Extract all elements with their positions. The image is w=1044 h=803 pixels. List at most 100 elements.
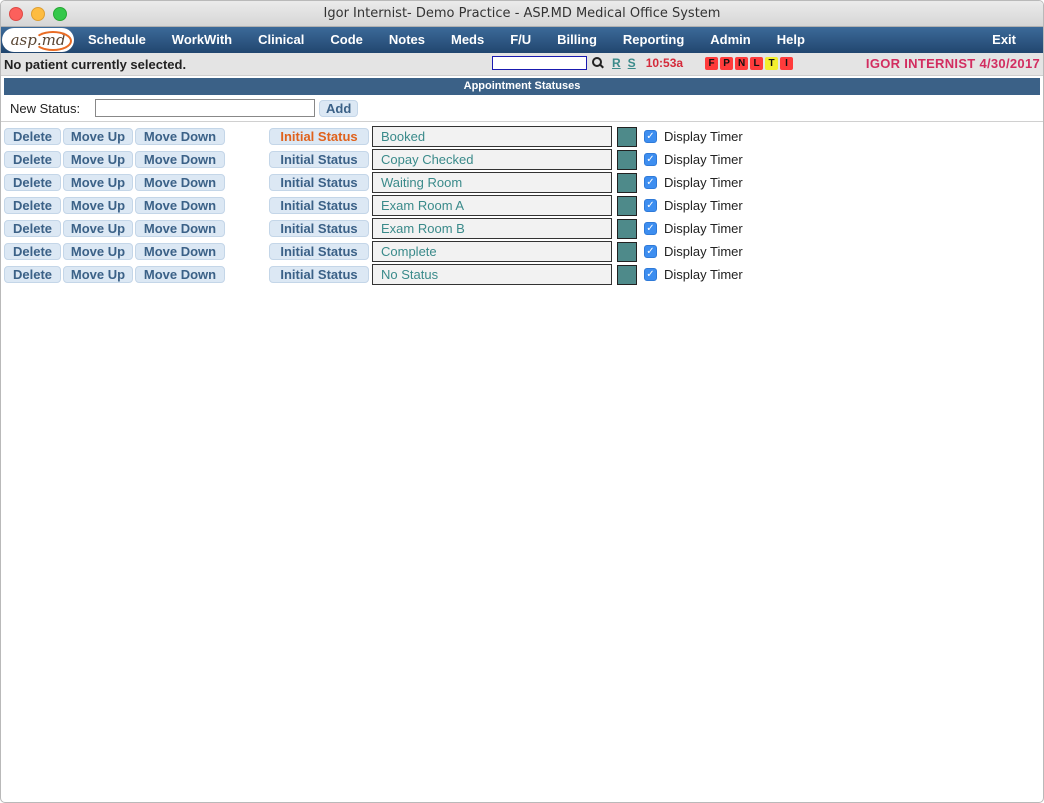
delete-button[interactable]: Delete [4,266,61,283]
flag-f[interactable]: F [705,56,719,70]
patient-status-bar: No patient currently selected. R S 10:53… [1,53,1043,76]
status-row: Delete Move Up Move Down Initial Status … [1,171,1043,194]
app-window: Igor Internist- Demo Practice - ASP.MD M… [0,0,1044,803]
display-timer-checkbox[interactable]: ✓ [644,222,657,235]
move-down-button[interactable]: Move Down [135,266,225,283]
display-timer-label: Display Timer [664,267,743,282]
move-down-button[interactable]: Move Down [135,128,225,145]
initial-status-button[interactable]: Initial Status [269,197,369,214]
flag-l[interactable]: L [750,56,764,70]
delete-button[interactable]: Delete [4,243,61,260]
nav-exit[interactable]: Exit [979,27,1029,53]
display-timer-label: Display Timer [664,175,743,190]
nav-fu[interactable]: F/U [497,27,544,53]
delete-button[interactable]: Delete [4,151,61,168]
initial-status-button[interactable]: Initial Status [269,128,369,145]
status-row: Delete Move Up Move Down Initial Status … [1,148,1043,171]
quick-tools: R S 10:53a F P N L T I [492,56,794,70]
status-color-swatch[interactable] [617,264,637,285]
flag-p[interactable]: P [720,56,734,70]
display-timer-checkbox[interactable]: ✓ [644,268,657,281]
nav-admin[interactable]: Admin [697,27,763,53]
display-timer-checkbox[interactable]: ✓ [644,153,657,166]
move-up-button[interactable]: Move Up [63,243,133,260]
link-r[interactable]: R [612,56,621,70]
display-timer-label: Display Timer [664,221,743,236]
status-color-swatch[interactable] [617,195,637,216]
display-timer-checkbox[interactable]: ✓ [644,199,657,212]
zoom-window-icon[interactable] [53,7,67,21]
patient-search-input[interactable] [492,56,587,70]
aspmd-logo[interactable]: asp.md [2,28,74,52]
display-timer-checkbox[interactable]: ✓ [644,176,657,189]
link-s[interactable]: S [628,56,636,70]
nav-meds[interactable]: Meds [438,27,497,53]
delete-button[interactable]: Delete [4,128,61,145]
logo-ring-icon [34,31,72,51]
display-timer-label: Display Timer [664,198,743,213]
title-bar: Igor Internist- Demo Practice - ASP.MD M… [1,1,1043,27]
minimize-window-icon[interactable] [31,7,45,21]
display-timer-checkbox[interactable]: ✓ [644,130,657,143]
move-up-button[interactable]: Move Up [63,266,133,283]
status-name-field[interactable]: Complete [372,241,612,262]
delete-button[interactable]: Delete [4,174,61,191]
flag-n[interactable]: N [735,56,749,70]
initial-status-button[interactable]: Initial Status [269,174,369,191]
status-name-field[interactable]: No Status [372,264,612,285]
nav-code[interactable]: Code [317,27,376,53]
status-color-swatch[interactable] [617,172,637,193]
display-timer-checkbox[interactable]: ✓ [644,245,657,258]
nav-notes[interactable]: Notes [376,27,438,53]
nav-billing[interactable]: Billing [544,27,610,53]
new-status-label: New Status: [10,100,81,116]
status-row: Delete Move Up Move Down Initial Status … [1,217,1043,240]
window-title: Igor Internist- Demo Practice - ASP.MD M… [323,6,721,21]
patient-status-text: No patient currently selected. [4,56,187,72]
display-timer-label: Display Timer [664,129,743,144]
status-name-field[interactable]: Copay Checked [372,149,612,170]
close-window-icon[interactable] [9,7,23,21]
nav-clinical[interactable]: Clinical [245,27,317,53]
display-timer-label: Display Timer [664,244,743,259]
delete-button[interactable]: Delete [4,220,61,237]
status-name-field[interactable]: Exam Room B [372,218,612,239]
status-row: Delete Move Up Move Down Initial Status … [1,125,1043,148]
search-icon[interactable] [591,56,605,70]
flag-i[interactable]: I [780,56,794,70]
initial-status-button[interactable]: Initial Status [269,243,369,260]
status-name-field[interactable]: Waiting Room [372,172,612,193]
move-up-button[interactable]: Move Up [63,197,133,214]
status-color-swatch[interactable] [617,218,637,239]
nav-workwith[interactable]: WorkWith [159,27,245,53]
initial-status-button[interactable]: Initial Status [269,266,369,283]
status-name-field[interactable]: Booked [372,126,612,147]
add-status-button[interactable]: Add [319,99,359,117]
status-list: Delete Move Up Move Down Initial Status … [1,122,1043,286]
status-color-swatch[interactable] [617,126,637,147]
initial-status-button[interactable]: Initial Status [269,220,369,237]
clock-time: 10:53a [645,56,684,70]
flag-buttons: F P N L T I [705,56,794,70]
delete-button[interactable]: Delete [4,197,61,214]
move-down-button[interactable]: Move Down [135,243,225,260]
nav-schedule[interactable]: Schedule [75,27,159,53]
nav-help[interactable]: Help [764,27,818,53]
move-down-button[interactable]: Move Down [135,197,225,214]
display-timer-label: Display Timer [664,152,743,167]
status-color-swatch[interactable] [617,149,637,170]
flag-t[interactable]: T [765,56,779,70]
nav-reporting[interactable]: Reporting [610,27,697,53]
move-down-button[interactable]: Move Down [135,174,225,191]
status-name-field[interactable]: Exam Room A [372,195,612,216]
new-status-input[interactable] [95,99,315,117]
status-row: Delete Move Up Move Down Initial Status … [1,240,1043,263]
status-color-swatch[interactable] [617,241,637,262]
move-up-button[interactable]: Move Up [63,128,133,145]
initial-status-button[interactable]: Initial Status [269,151,369,168]
move-up-button[interactable]: Move Up [63,174,133,191]
move-up-button[interactable]: Move Up [63,151,133,168]
move-down-button[interactable]: Move Down [135,151,225,168]
move-down-button[interactable]: Move Down [135,220,225,237]
move-up-button[interactable]: Move Up [63,220,133,237]
